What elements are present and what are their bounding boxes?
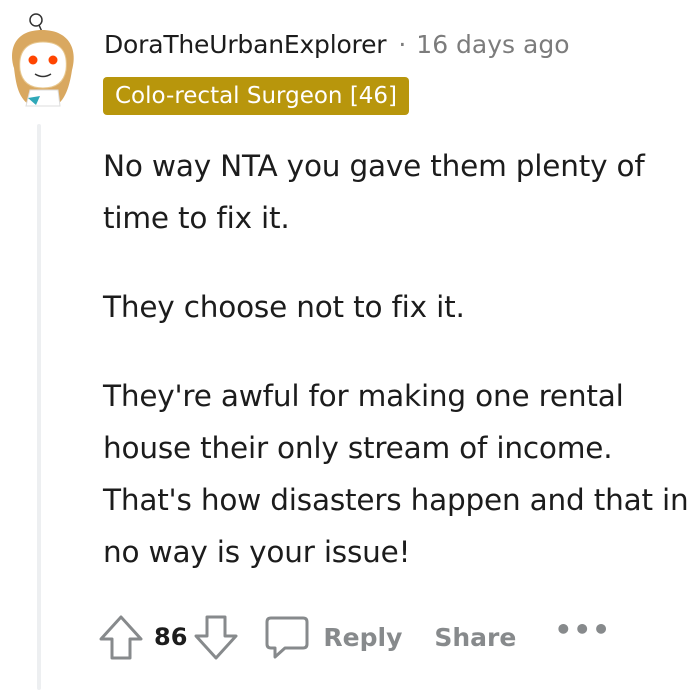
upvote-button[interactable] — [98, 613, 144, 661]
comment-actions: 86 Reply Share ••• — [98, 612, 611, 662]
speech-bubble-icon — [265, 616, 309, 659]
user-avatar[interactable] — [6, 8, 80, 108]
comment-paragraph: They choose not to fix it. — [103, 290, 465, 324]
comment-paragraph: No way NTA you gave them plenty of time … — [103, 149, 645, 235]
separator-dot: · — [398, 29, 407, 59]
timestamp-link[interactable]: 16 days ago — [416, 30, 569, 59]
share-button[interactable]: Share — [434, 623, 516, 652]
comment-header: DoraTheUrbanExplorer · 16 days ago — [104, 25, 570, 63]
reply-label[interactable]: Reply — [323, 623, 402, 652]
comment: DoraTheUrbanExplorer · 16 days ago Colo-… — [0, 0, 700, 691]
username-link[interactable]: DoraTheUrbanExplorer — [104, 30, 387, 59]
user-flair: Colo-rectal Surgeon [46] — [103, 77, 410, 115]
downvote-button[interactable] — [193, 613, 239, 661]
thread-line[interactable] — [37, 124, 41, 690]
upvote-arrow-icon — [99, 615, 143, 660]
downvote-arrow-icon — [194, 615, 238, 660]
comment-paragraph: They're awful for making one rental hous… — [103, 379, 689, 569]
more-options-button[interactable]: ••• — [554, 613, 611, 646]
vote-score: 86 — [154, 623, 188, 651]
reply-button[interactable]: Reply — [263, 614, 402, 660]
comment-body: No way NTA you gave them plenty of time … — [103, 140, 699, 615]
